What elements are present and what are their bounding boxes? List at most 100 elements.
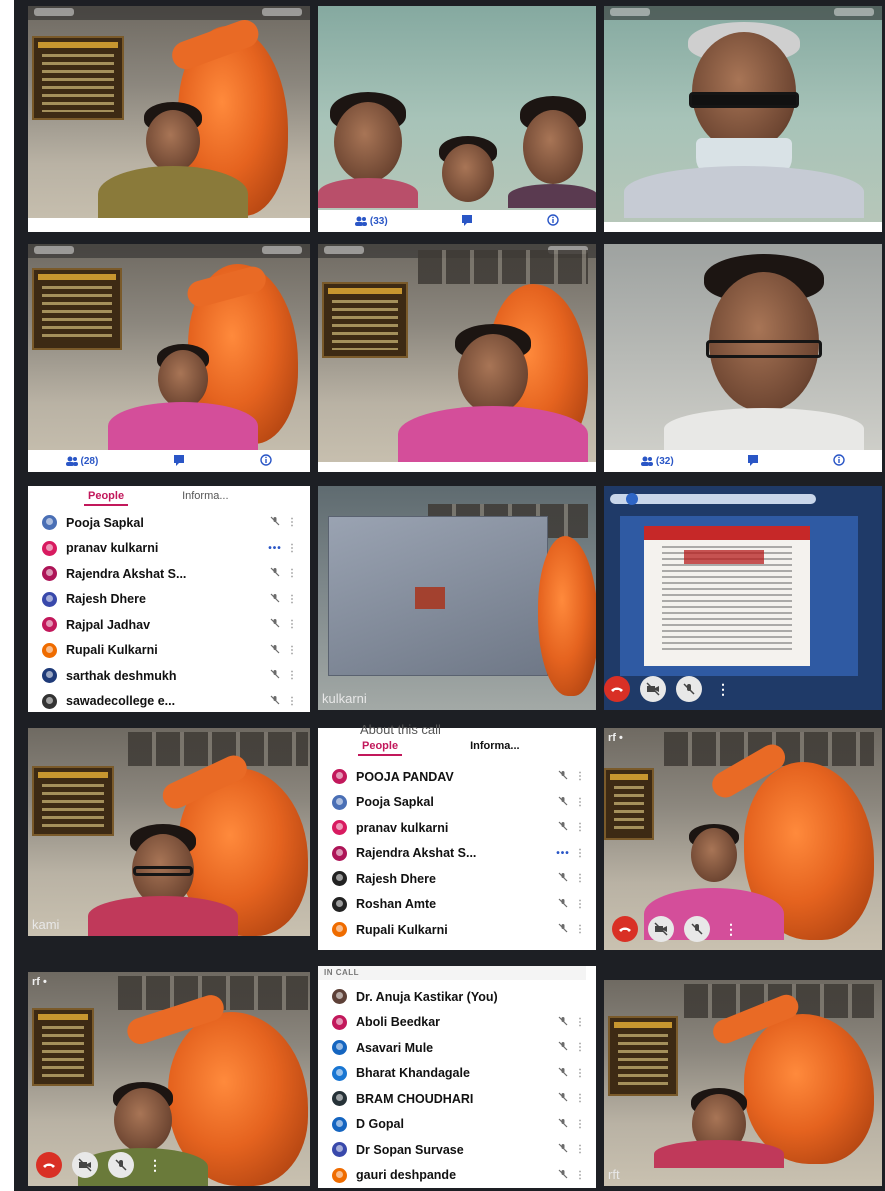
participants-button[interactable]: (28): [65, 455, 98, 467]
participant-row[interactable]: Rajpal Jadhav ⋮: [42, 612, 298, 638]
participant-row[interactable]: Pooja Sapkal ⋮: [332, 790, 586, 816]
participant-video: [664, 254, 864, 450]
end-call-button[interactable]: [612, 916, 638, 942]
more-options-icon[interactable]: ⋮: [286, 696, 298, 707]
more-options-icon[interactable]: ⋮: [574, 822, 586, 833]
video-tile-r1c3: [604, 6, 882, 232]
tab-information[interactable]: Informa...: [470, 740, 520, 756]
participant-row[interactable]: Rajesh Dhere ⋮: [42, 587, 298, 613]
avatar: [42, 668, 57, 684]
camera-off-button[interactable]: [640, 676, 666, 702]
avatar: [332, 769, 347, 785]
more-options-icon[interactable]: ⋮: [712, 681, 734, 698]
participant-row[interactable]: Roshan Amte ⋮: [332, 892, 586, 918]
participant-row[interactable]: D Gopal ⋮: [332, 1112, 586, 1138]
more-options-icon[interactable]: ⋮: [574, 1119, 586, 1130]
more-options-icon[interactable]: ⋮: [574, 848, 586, 859]
info-icon[interactable]: [260, 453, 273, 469]
mic-off-icon: [115, 1159, 127, 1171]
avatar: [332, 1014, 347, 1030]
participant-row[interactable]: Rajesh Dhere ⋮: [332, 866, 586, 892]
participant-row[interactable]: Dr Sopan Survase ⋮: [332, 1137, 586, 1163]
participant-row[interactable]: Asavari Mule ⋮: [332, 1035, 586, 1061]
participant-row[interactable]: pranav kulkarni ••• ⋮: [42, 536, 298, 562]
slider-thumb[interactable]: [626, 493, 638, 505]
participant-row[interactable]: Rupali Kulkarni ⋮: [332, 917, 586, 943]
avatar: [42, 693, 57, 709]
tab-information[interactable]: Informa...: [182, 490, 228, 506]
newspaper-clipping: [644, 526, 810, 666]
more-options-icon[interactable]: ⋮: [574, 1093, 586, 1104]
mic-off-button[interactable]: [108, 1152, 134, 1178]
end-call-button[interactable]: [36, 1152, 62, 1178]
participants-button[interactable]: (33): [354, 215, 388, 227]
more-options-icon[interactable]: ⋮: [574, 1068, 586, 1079]
slider-track[interactable]: [610, 493, 816, 505]
more-options-icon[interactable]: ⋮: [574, 1144, 586, 1155]
participant-row[interactable]: gauri deshpande ⋮: [332, 1163, 586, 1189]
phone-status-bar: [28, 6, 310, 20]
more-options-icon[interactable]: ⋮: [286, 645, 298, 656]
mic-off-button[interactable]: [684, 916, 710, 942]
end-call-button[interactable]: [604, 676, 630, 702]
more-options-icon[interactable]: ⋮: [286, 517, 298, 528]
video-tile-r2c1: (28): [28, 244, 310, 472]
tab-people[interactable]: People: [83, 490, 129, 506]
participant-name: pranav kulkarni: [356, 820, 449, 835]
more-options-icon[interactable]: ⋮: [286, 670, 298, 681]
avatar: [332, 1065, 347, 1081]
participant-name: Rupali Kulkarni: [356, 922, 448, 937]
participant-name: Rajendra Akshat S...: [356, 846, 477, 861]
people-icon: [65, 456, 78, 466]
participant-name: Rajendra Akshat S...: [66, 566, 187, 581]
mic-off-icon: [691, 923, 703, 935]
avatar: [332, 1116, 347, 1132]
participant-video: [88, 824, 238, 936]
more-options-icon[interactable]: ⋮: [144, 1157, 166, 1174]
more-options-icon[interactable]: ⋮: [574, 924, 586, 935]
more-options-icon[interactable]: ⋮: [574, 797, 586, 808]
participants-button[interactable]: (32): [640, 455, 674, 467]
mic-muted-icon: [264, 593, 286, 606]
participant-row[interactable]: Rajendra Akshat S... ⋮: [42, 561, 298, 587]
participant-name: Roshan Amte: [356, 897, 437, 912]
participant-row[interactable]: BRAM CHOUDHARI ⋮: [332, 1086, 586, 1112]
participant-row[interactable]: POOJA PANDAV ⋮: [332, 764, 586, 790]
more-options-icon[interactable]: ⋮: [286, 568, 298, 579]
participant-row[interactable]: Pooja Sapkal ⋮: [42, 510, 298, 536]
camera-off-button[interactable]: [72, 1152, 98, 1178]
more-options-icon[interactable]: ⋮: [574, 873, 586, 884]
statue: [538, 536, 596, 696]
hang-up-icon: [611, 687, 623, 692]
more-options-icon[interactable]: ⋮: [574, 1042, 586, 1053]
participant-row[interactable]: Rajendra Akshat S... ••• ⋮: [332, 841, 586, 867]
participant-video: [108, 344, 258, 450]
more-options-icon[interactable]: ⋮: [286, 619, 298, 630]
more-options-icon[interactable]: ⋮: [574, 771, 586, 782]
chat-icon[interactable]: [747, 454, 759, 469]
chat-icon[interactable]: [173, 454, 185, 469]
mic-off-button[interactable]: [676, 676, 702, 702]
participant-row[interactable]: Bharat Khandagale ⋮: [332, 1061, 586, 1087]
participant-row[interactable]: sawadecollege e... ⋮: [42, 689, 298, 715]
more-options-icon[interactable]: ⋮: [286, 543, 298, 554]
phone-status-bar: [604, 6, 882, 20]
more-options-icon[interactable]: ⋮: [574, 1170, 586, 1181]
participant-row[interactable]: pranav kulkarni ⋮: [332, 815, 586, 841]
more-options-icon[interactable]: ⋮: [574, 1017, 586, 1028]
mic-muted-icon: [264, 567, 286, 580]
participant-name-label: kami: [32, 917, 60, 932]
participant-row[interactable]: Dr. Anuja Kastikar (You): [332, 984, 586, 1010]
chat-icon[interactable]: [461, 214, 473, 229]
info-icon[interactable]: [833, 453, 845, 469]
participant-row[interactable]: Aboli Beedkar ⋮: [332, 1010, 586, 1036]
participant-row[interactable]: sarthak deshmukh ⋮: [42, 663, 298, 689]
camera-off-button[interactable]: [648, 916, 674, 942]
more-options-icon[interactable]: ⋮: [574, 899, 586, 910]
tab-people[interactable]: People: [357, 740, 403, 756]
more-options-icon[interactable]: ⋮: [720, 921, 742, 938]
more-options-icon[interactable]: ⋮: [286, 594, 298, 605]
info-icon[interactable]: [547, 213, 559, 229]
speaking-indicator-icon: •••: [556, 847, 570, 859]
participant-row[interactable]: Rupali Kulkarni ⋮: [42, 638, 298, 664]
